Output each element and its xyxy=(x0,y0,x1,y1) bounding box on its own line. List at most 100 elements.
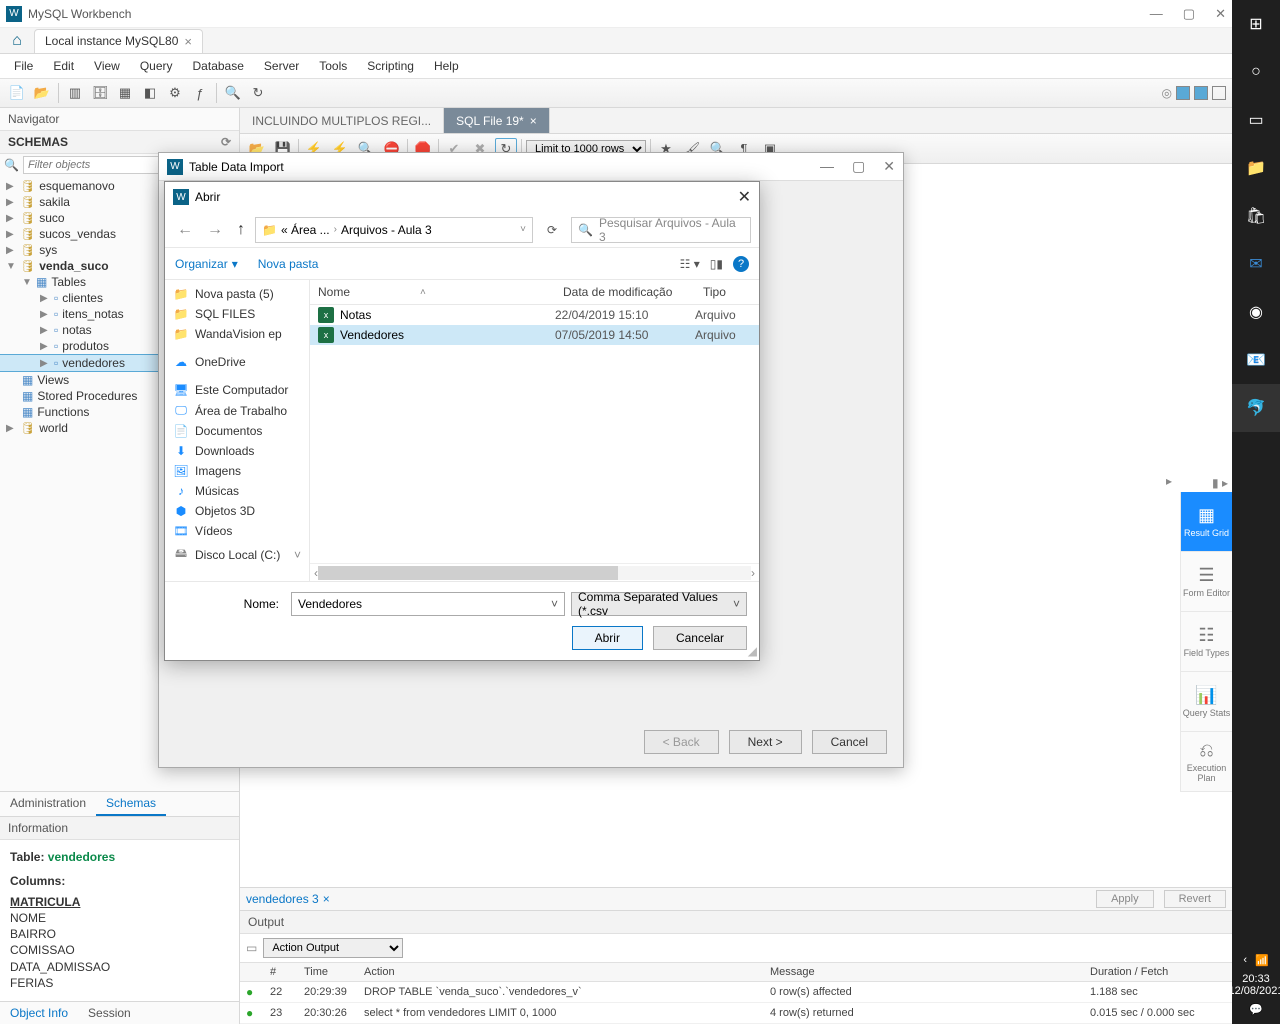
preview-pane-icon[interactable]: ▯▮ xyxy=(710,257,723,271)
schema-item[interactable]: world xyxy=(39,421,68,435)
close-tab-icon[interactable]: × xyxy=(530,114,537,128)
sidebar-item-pc[interactable]: Este Computador xyxy=(195,383,288,397)
create-func-icon[interactable]: ƒ xyxy=(189,82,211,104)
next-button[interactable]: Next > xyxy=(729,730,802,754)
cancel-button[interactable]: Cancel xyxy=(812,730,887,754)
file-row[interactable]: xNotas 22/04/2019 15:10 Arquivo xyxy=(310,305,759,325)
col-action[interactable]: Action xyxy=(358,963,764,982)
menu-help[interactable]: Help xyxy=(426,57,467,75)
sidebar-item[interactable]: Imagens xyxy=(195,464,241,478)
chevron-right-icon[interactable]: › xyxy=(334,224,337,235)
schema-item[interactable]: sakila xyxy=(39,195,70,209)
sidebar-item[interactable]: Músicas xyxy=(195,484,239,498)
model-icon[interactable]: ▥ xyxy=(64,82,86,104)
col-name[interactable]: Nome xyxy=(318,285,350,299)
chevron-down-icon[interactable]: ˅ xyxy=(294,548,301,562)
panel-toggle-3[interactable] xyxy=(1212,86,1226,100)
schema-item[interactable]: esquemanovo xyxy=(39,179,114,193)
task-view-icon[interactable]: ▭ xyxy=(1232,96,1280,144)
menu-database[interactable]: Database xyxy=(185,57,252,75)
result-tab[interactable]: vendedores 3× xyxy=(246,892,330,906)
chevron-down-icon[interactable]: ˅ xyxy=(551,597,558,611)
sidebar-item[interactable]: WandaVision ep xyxy=(195,327,282,341)
breadcrumb-part[interactable]: Arquivos - Aula 3 xyxy=(341,223,432,237)
procs-node[interactable]: Stored Procedures xyxy=(37,389,137,403)
explorer-icon[interactable]: 📁 xyxy=(1232,144,1280,192)
menu-view[interactable]: View xyxy=(86,57,128,75)
col-date[interactable]: Data de modificação xyxy=(555,280,695,304)
minimize-button[interactable]: — xyxy=(1150,6,1163,22)
cancel-button[interactable]: Cancelar xyxy=(653,626,747,650)
sidebar-item[interactable]: Documentos xyxy=(195,424,262,438)
menu-tools[interactable]: Tools xyxy=(311,57,355,75)
result-grid-btn[interactable]: ▦Result Grid xyxy=(1180,492,1232,552)
col-time[interactable]: Time xyxy=(298,963,358,982)
output-row[interactable]: ● 23 20:30:26 select * from vendedores L… xyxy=(240,1003,1232,1024)
info-tab-object[interactable]: Object Info xyxy=(0,1002,78,1024)
organize-menu[interactable]: Organizar▾ xyxy=(175,257,238,271)
form-editor-btn[interactable]: ☰Form Editor xyxy=(1180,552,1232,612)
sidepanel-grip[interactable]: ▮ ▸ xyxy=(1180,474,1232,492)
chevron-down-icon[interactable]: ˅ xyxy=(520,224,526,235)
menu-file[interactable]: File xyxy=(6,57,41,75)
table-item[interactable]: clientes xyxy=(62,291,103,305)
breadcrumb[interactable]: 📁 « Área ... › Arquivos - Aula 3 ˅ xyxy=(255,217,533,243)
menu-scripting[interactable]: Scripting xyxy=(359,57,422,75)
notification-icon[interactable]: 💬 xyxy=(1249,1003,1263,1016)
file-search-input[interactable]: 🔍 Pesquisar Arquivos - Aula 3 xyxy=(571,217,751,243)
tables-node[interactable]: Tables xyxy=(51,275,86,289)
create-proc-icon[interactable]: ⚙ xyxy=(164,82,186,104)
create-table-icon[interactable]: ▦ xyxy=(114,82,136,104)
sidebar[interactable]: 📁Nova pasta (5) 📁SQL FILES 📁WandaVision … xyxy=(165,280,310,581)
workbench-icon[interactable]: 🐬 xyxy=(1232,384,1280,432)
close-tab-icon[interactable]: × xyxy=(184,34,192,49)
outlook-icon[interactable]: 📧 xyxy=(1232,336,1280,384)
refresh-icon[interactable]: ⟳ xyxy=(539,217,565,243)
nav-tab-schemas[interactable]: Schemas xyxy=(96,792,166,816)
chrome-icon[interactable]: ◉ xyxy=(1232,288,1280,336)
funcs-node[interactable]: Functions xyxy=(37,405,89,419)
sidebar-item-onedrive[interactable]: OneDrive xyxy=(195,355,246,369)
output-toggle-icon[interactable]: ▭ xyxy=(246,941,257,955)
editor-tab-active[interactable]: SQL File 19*× xyxy=(444,108,550,133)
col-message[interactable]: Message xyxy=(764,963,1084,982)
open-sql-icon[interactable]: 📂 xyxy=(31,82,53,104)
revert-button[interactable]: Revert xyxy=(1164,890,1226,908)
home-button[interactable]: ⌂ xyxy=(0,28,34,54)
sidebar-item[interactable]: Vídeos xyxy=(195,524,232,538)
breadcrumb-part[interactable]: « Área ... xyxy=(281,223,330,237)
apply-button[interactable]: Apply xyxy=(1096,890,1154,908)
col-type[interactable]: Tipo xyxy=(695,280,759,304)
chevron-down-icon[interactable]: ˅ xyxy=(733,597,740,611)
clock-time[interactable]: 20:33 xyxy=(1242,973,1270,985)
search-table-icon[interactable]: 🔍 xyxy=(222,82,244,104)
wizard-minimize-icon[interactable]: — xyxy=(820,158,834,175)
create-view-icon[interactable]: ◧ xyxy=(139,82,161,104)
help-icon[interactable]: ? xyxy=(733,256,749,272)
mail-icon[interactable]: ✉ xyxy=(1232,240,1280,288)
sidebar-item[interactable]: Objetos 3D xyxy=(195,504,255,518)
refresh-schemas-icon[interactable]: ⟳ xyxy=(221,135,231,149)
horizontal-scrollbar[interactable]: ‹ › xyxy=(310,563,759,581)
sidebar-item[interactable]: Nova pasta (5) xyxy=(195,287,274,301)
nav-up-icon[interactable]: ↑ xyxy=(233,221,249,239)
editor-tab[interactable]: INCLUINDO MULTIPLOS REGI... xyxy=(240,108,444,133)
maximize-button[interactable]: ▢ xyxy=(1183,6,1195,22)
panel-toggle-2[interactable] xyxy=(1194,86,1208,100)
wifi-icon[interactable]: 📶 xyxy=(1255,954,1269,967)
views-node[interactable]: Views xyxy=(37,373,69,387)
table-item[interactable]: notas xyxy=(62,323,91,337)
close-tab-icon[interactable]: × xyxy=(323,892,330,906)
store-icon[interactable]: 🛍 xyxy=(1232,192,1280,240)
nav-tab-admin[interactable]: Administration xyxy=(0,792,96,816)
start-button[interactable]: ⊞ xyxy=(1232,0,1280,48)
back-button[interactable]: < Back xyxy=(644,730,719,754)
nav-back-icon[interactable]: ← xyxy=(173,221,197,239)
new-folder-button[interactable]: Nova pasta xyxy=(258,257,319,271)
table-item-selected[interactable]: vendedores xyxy=(62,356,125,370)
scroll-right-icon[interactable]: › xyxy=(751,566,755,580)
query-stats-btn[interactable]: 📊Query Stats xyxy=(1180,672,1232,732)
resize-grip[interactable]: ◢ xyxy=(748,644,757,658)
reconnect-icon[interactable]: ↻ xyxy=(247,82,269,104)
output-row[interactable]: ● 22 20:29:39 DROP TABLE `venda_suco`.`v… xyxy=(240,982,1232,1003)
